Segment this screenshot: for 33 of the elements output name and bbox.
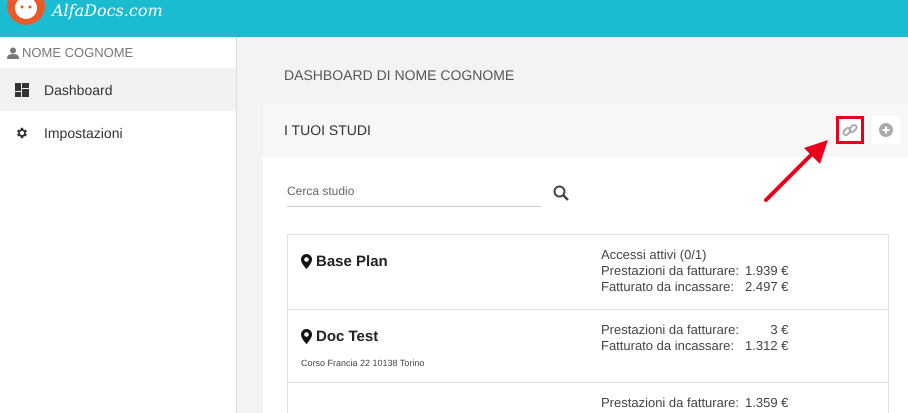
stat-value: 1.312 €	[745, 338, 788, 354]
search-field[interactable]: Cerca studio	[287, 178, 541, 207]
sidebar-item[interactable]: Dashboard	[0, 68, 236, 111]
map-pin-icon	[301, 254, 312, 269]
stat-label: Prestazioni da fatturare:	[601, 322, 740, 338]
settings-icon	[15, 126, 29, 140]
studio-card[interactable]: Base Plan Accessi attivi (0/1) Prestazioni da fatturare: 1.939 € Fatturato da incassare: 2.497 €	[288, 235, 888, 310]
logo-text: AlfaDocs.com	[52, 2, 163, 20]
stat-label: Prestazioni da fatturare:	[601, 263, 740, 279]
user-name: NOME COGNOME	[22, 45, 134, 60]
studio-card[interactable]: Doc Test Corso Francia 22 10138 Torino Prestazioni da fatturare: 3 € Fatturato da incassare: 1.312 €	[288, 310, 888, 383]
panel-title: I TUOI STUDI	[284, 122, 372, 138]
stat-text: Accessi attivi (0/1)	[601, 247, 708, 263]
link-icon	[842, 122, 858, 138]
map-pin-icon	[301, 329, 312, 344]
stat-value: 3 €	[769, 322, 788, 338]
link-button[interactable]	[836, 116, 864, 144]
stat-value: 1.359 €	[745, 395, 788, 411]
sidebar-item[interactable]: Impostazioni	[0, 111, 236, 154]
page-title: DASHBOARD DI NOME COGNOME	[283, 66, 516, 85]
stat-value: 1.939 €	[745, 263, 788, 279]
stat-value: 2.497 €	[745, 279, 788, 295]
stat-label: Fatturato da incassare:	[601, 338, 735, 354]
user-icon	[7, 46, 19, 58]
studio-card[interactable]: Prestazioni da fatturare: 1.359 €	[288, 383, 888, 413]
search-icon[interactable]	[553, 184, 569, 200]
dashboard-icon	[15, 82, 29, 96]
studio-name: Doc Test	[316, 328, 378, 345]
studio-address: Corso Francia 22 10138 Torino	[301, 358, 426, 368]
add-icon	[879, 123, 893, 137]
studio-name: Base Plan	[316, 253, 388, 270]
stat-label: Fatturato da incassare:	[601, 279, 735, 295]
stat-label: Prestazioni da fatturare:	[601, 395, 740, 411]
